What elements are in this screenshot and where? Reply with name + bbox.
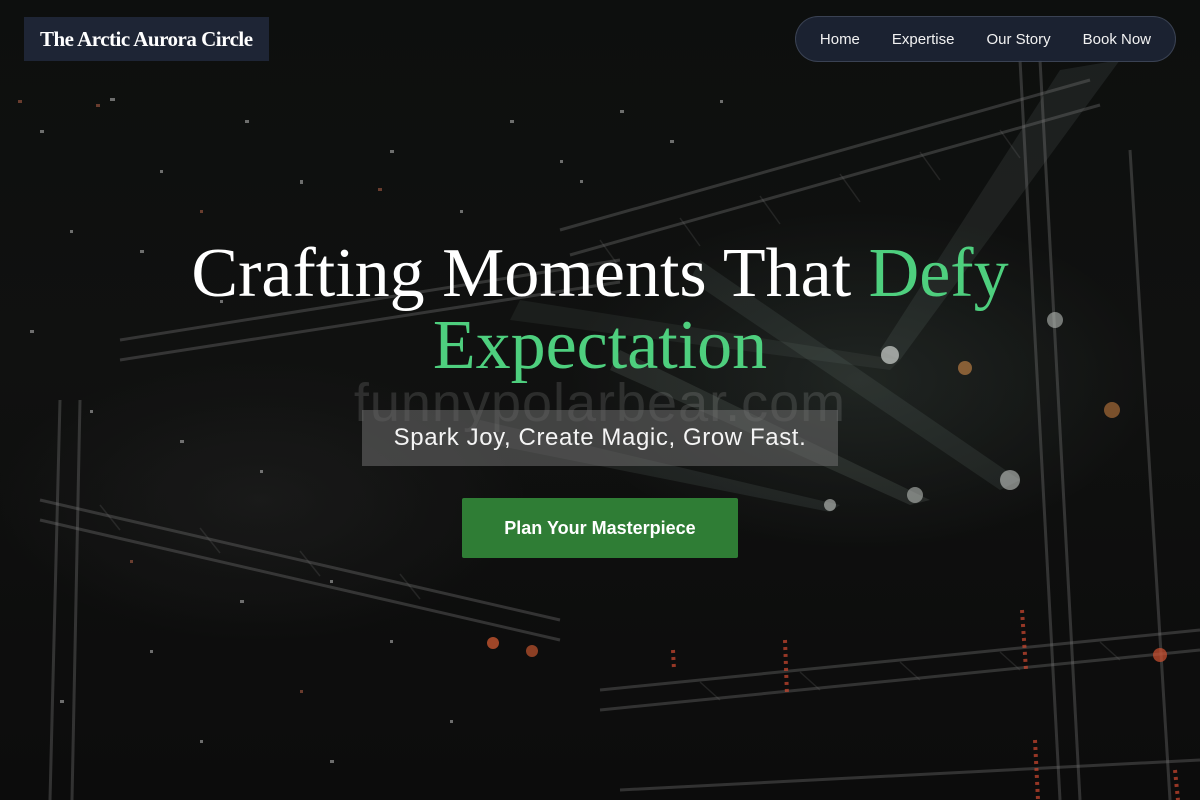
hero-section: The Arctic Aurora Circle Home Expertise … (0, 0, 1200, 800)
headline-text: Crafting Moments That (191, 235, 869, 312)
nav-item-home[interactable]: Home (804, 31, 876, 48)
hero-headline: Crafting Moments That Defy Expectation (100, 238, 1100, 382)
hero-tagline: Spark Joy, Create Magic, Grow Fast. (362, 410, 838, 466)
nav-item-expertise[interactable]: Expertise (876, 31, 971, 48)
plan-your-masterpiece-button[interactable]: Plan Your Masterpiece (462, 498, 738, 558)
nav-item-book-now[interactable]: Book Now (1067, 31, 1167, 48)
nav-item-our-story[interactable]: Our Story (970, 31, 1066, 48)
main-nav: Home Expertise Our Story Book Now (794, 16, 1176, 62)
brand-logo[interactable]: The Arctic Aurora Circle (24, 17, 269, 61)
